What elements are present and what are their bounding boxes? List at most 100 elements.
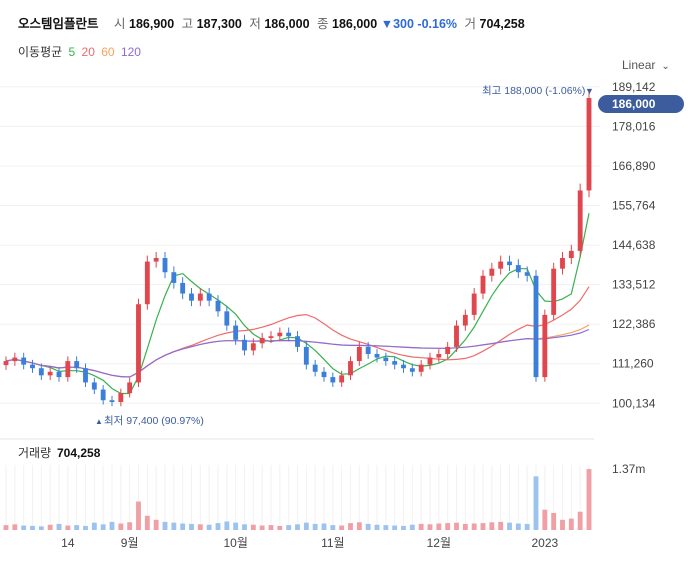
candle-body	[321, 371, 327, 378]
candle-body	[153, 258, 159, 262]
candle-body	[259, 338, 265, 344]
volume-bar	[436, 523, 442, 530]
volume-bar	[356, 522, 362, 530]
volume-bar	[38, 526, 44, 530]
volume-bar	[401, 525, 406, 530]
volume-bar	[533, 476, 539, 530]
volume-bar	[277, 525, 283, 530]
x-tick-label: 11월	[321, 536, 345, 550]
candle-body	[109, 400, 115, 402]
volume-bar	[577, 511, 583, 530]
candle-body	[383, 357, 389, 362]
volume-bar	[100, 524, 106, 530]
candle-body	[436, 354, 442, 358]
current-price-tag: 186,000	[598, 95, 684, 113]
y-tick-label: 178,016	[612, 119, 656, 133]
candle-body	[47, 371, 53, 376]
volume-bar	[47, 524, 53, 530]
candle-body	[480, 275, 486, 294]
volume-bar	[180, 523, 186, 530]
volume-bar	[65, 525, 71, 530]
low-annotation: 최저 97,400 (90.97%)	[104, 415, 204, 427]
candle-body	[3, 361, 9, 366]
volume-bar	[551, 512, 557, 530]
candle-body	[551, 268, 557, 315]
volume-bar	[189, 523, 194, 530]
candle-body	[277, 332, 283, 337]
volume-bar	[136, 501, 141, 530]
volume-bar	[489, 522, 495, 530]
volume-bar	[515, 523, 521, 530]
candle-body	[374, 354, 380, 358]
candle-body	[224, 311, 230, 326]
volume-bar	[462, 523, 468, 530]
price-gridlines	[0, 86, 600, 530]
y-tick-label: 189,142	[612, 80, 656, 94]
volume-bar	[242, 524, 247, 530]
volume-bar	[542, 509, 548, 530]
volume-bar	[153, 519, 159, 530]
candle-body	[21, 357, 27, 365]
candle-body	[303, 346, 309, 365]
candle-body	[242, 339, 247, 351]
volume-bar	[215, 523, 221, 530]
volume-panel-label: 거래량	[18, 446, 51, 460]
y-tick-label: 122,386	[612, 317, 656, 331]
candle-body	[312, 364, 318, 372]
volume-bar	[374, 524, 380, 530]
volume-bar	[480, 523, 486, 530]
volume-bar	[206, 524, 212, 530]
x-axis: 14 9월 10월 11월 12월 2023	[61, 536, 558, 550]
price-axis: 189,142 178,016 166,890 155,764 144,638 133,5…	[612, 80, 656, 410]
volume-bar	[224, 521, 230, 530]
candle-body	[295, 336, 300, 347]
volume-bar	[118, 523, 124, 530]
candle-body	[127, 382, 133, 394]
volume-bar	[144, 515, 150, 530]
candle-body	[533, 275, 539, 378]
volume-panel-value: 704,258	[57, 446, 101, 460]
candle-body	[392, 361, 398, 365]
ma-5-line	[5, 213, 590, 395]
y-tick-label: 100,134	[612, 396, 656, 410]
candle-body	[171, 272, 177, 283]
candle-body	[83, 368, 88, 383]
volume-bar	[330, 525, 336, 530]
candle-body	[250, 343, 256, 351]
candle-body	[74, 361, 80, 369]
candle-body	[356, 346, 362, 362]
candle-body	[91, 382, 97, 390]
volume-bar	[74, 525, 80, 530]
volume-bar	[339, 525, 345, 530]
candle-body	[471, 293, 477, 315]
volume-bar	[383, 525, 389, 530]
candle-body	[515, 265, 521, 273]
candle-body	[577, 190, 583, 251]
volume-bar	[162, 521, 168, 530]
volume-bar	[321, 523, 327, 530]
volume-bar	[454, 522, 459, 530]
x-tick-label: 9월	[121, 536, 139, 550]
volume-bar	[197, 524, 203, 530]
candle-body	[144, 261, 150, 305]
volume-bar	[312, 523, 318, 530]
volume-bar	[498, 521, 504, 530]
candle-body	[206, 293, 212, 301]
candle-body	[56, 371, 62, 378]
low-marker-icon: ▲	[95, 417, 103, 426]
y-tick-label: 144,638	[612, 238, 656, 252]
candle-body	[409, 368, 415, 372]
y-tick-label: 166,890	[612, 159, 656, 173]
volume-axis-tick: 1.37m	[612, 462, 645, 476]
high-annotation: 최고 188,000 (-1.06%)	[482, 85, 585, 97]
x-tick-label: 10월	[223, 536, 247, 550]
volume-bar	[471, 523, 477, 530]
candle-body	[498, 261, 504, 269]
candle-body	[418, 364, 424, 372]
price-chart[interactable]: 189,142 178,016 166,890 155,764 144,638 133,5…	[0, 0, 690, 578]
volume-bar	[365, 523, 371, 530]
candle-body	[568, 250, 574, 258]
volume-bar	[303, 522, 309, 530]
volume-bar	[233, 522, 239, 530]
y-tick-label: 155,764	[612, 199, 656, 213]
